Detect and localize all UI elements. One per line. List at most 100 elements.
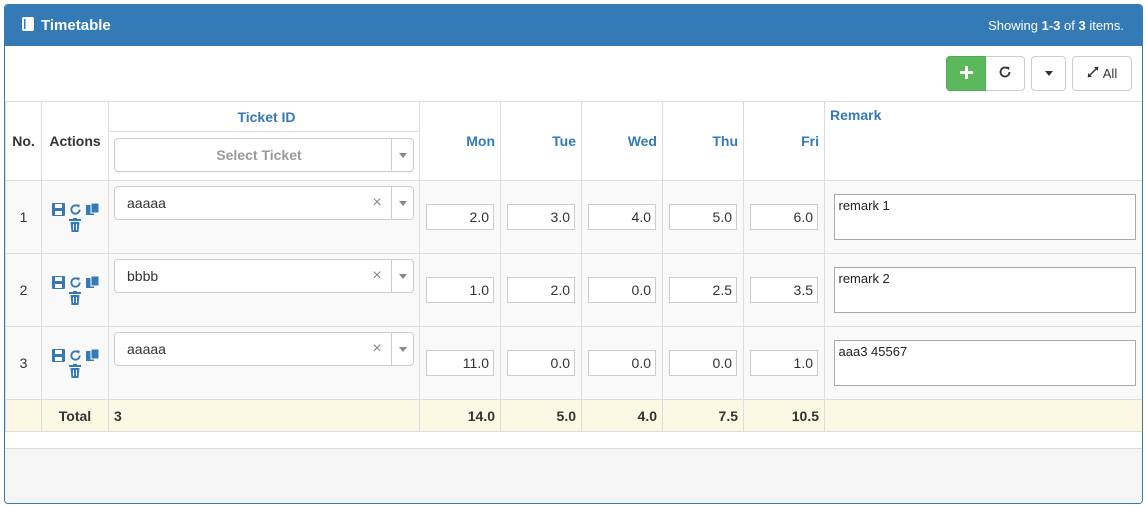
thu-hours-input[interactable] xyxy=(669,350,737,376)
row-thu-cell xyxy=(662,180,744,254)
table-row: 3 aaaaa × 11.0 0.0 0.0 0.0 1.0 aaa3 4556… xyxy=(5,326,1142,400)
ticket-select-value: aaaaa xyxy=(127,341,166,357)
refresh-icon xyxy=(998,65,1012,82)
toolbar-button-group xyxy=(946,56,1025,91)
col-header-thu: Thu xyxy=(662,101,744,181)
sort-fri-link[interactable]: Fri xyxy=(801,133,819,149)
row-tue-cell xyxy=(500,180,582,254)
row-number: 3 xyxy=(5,326,42,400)
export-dropdown-button[interactable] xyxy=(1031,56,1066,91)
clear-icon[interactable]: × xyxy=(369,267,385,285)
sort-mon-link[interactable]: Mon xyxy=(466,133,495,149)
sort-ticket-link[interactable]: Ticket ID xyxy=(109,102,419,132)
summary-text: Showing 1-3 of 3 items. xyxy=(988,18,1124,33)
copy-icon[interactable] xyxy=(85,275,99,289)
wed-hours-input[interactable] xyxy=(588,277,656,303)
book-icon xyxy=(21,16,41,36)
save-icon[interactable] xyxy=(51,202,65,216)
total-label: Total xyxy=(41,399,109,432)
fri-hours-input[interactable] xyxy=(750,350,818,376)
ticket-select[interactable]: aaaaa × xyxy=(114,186,414,220)
refresh-icon[interactable] xyxy=(68,202,82,216)
col-header-fri: Fri xyxy=(743,101,825,181)
row-fri-cell xyxy=(743,253,825,327)
expand-icon xyxy=(1087,66,1099,81)
timetable-panel: Timetable Showing 1-3 of 3 items. All No… xyxy=(4,4,1143,504)
total-row: Total 3 14.0 5.0 4.0 7.5 10.5 xyxy=(5,399,1142,432)
col-header-ticket: Ticket ID Select Ticket xyxy=(108,101,420,181)
table-row: 1 aaaaa × 2.0 3.0 4.0 5.0 6.0 remark 1 xyxy=(5,180,1142,254)
ticket-select[interactable]: aaaaa × xyxy=(114,332,414,366)
ticket-filter-arrow[interactable] xyxy=(391,139,413,171)
copy-icon[interactable] xyxy=(85,348,99,362)
clear-icon[interactable]: × xyxy=(369,340,385,358)
total-thu: 7.5 xyxy=(662,399,744,432)
mon-hours-input[interactable] xyxy=(426,350,494,376)
sort-remark-link[interactable]: Remark xyxy=(830,107,881,123)
ticket-select-arrow[interactable] xyxy=(391,260,413,292)
sort-tue-link[interactable]: Tue xyxy=(552,133,576,149)
thu-hours-input[interactable] xyxy=(669,277,737,303)
trash-icon[interactable] xyxy=(68,218,82,232)
table-spacer xyxy=(5,429,1142,449)
fri-hours-input[interactable] xyxy=(750,277,818,303)
ticket-select-arrow[interactable] xyxy=(391,333,413,365)
wed-hours-input[interactable] xyxy=(588,350,656,376)
mon-hours-input[interactable] xyxy=(426,204,494,230)
row-remark-cell: aaa3 45567 xyxy=(824,326,1142,400)
row-tue-cell xyxy=(500,253,582,327)
ticket-select[interactable]: bbbb × xyxy=(114,259,414,293)
header-row: No. Actions Ticket ID Select Ticket Mon … xyxy=(5,101,1142,181)
trash-icon[interactable] xyxy=(68,364,82,378)
row-mon-cell xyxy=(419,180,501,254)
panel-title: Timetable xyxy=(21,16,111,36)
save-icon[interactable] xyxy=(51,348,65,362)
row-mon-cell xyxy=(419,326,501,400)
row-mon-cell xyxy=(419,253,501,327)
ticket-filter-select[interactable]: Select Ticket xyxy=(114,138,414,172)
chevron-down-icon xyxy=(398,346,407,352)
sort-wed-link[interactable]: Wed xyxy=(628,133,657,149)
thu-hours-input[interactable] xyxy=(669,204,737,230)
total-empty-cell xyxy=(5,399,42,432)
total-remark-cell xyxy=(824,399,1142,432)
remark-textarea[interactable]: aaa3 45567 xyxy=(833,340,1136,386)
tue-hours-input[interactable] xyxy=(507,277,575,303)
save-icon[interactable] xyxy=(51,275,65,289)
row-thu-cell xyxy=(662,326,744,400)
show-all-button[interactable]: All xyxy=(1072,56,1132,91)
toolbar: All xyxy=(5,46,1142,101)
panel-heading: Timetable Showing 1-3 of 3 items. xyxy=(5,5,1142,46)
refresh-icon[interactable] xyxy=(68,275,82,289)
tue-hours-input[interactable] xyxy=(507,204,575,230)
refresh-icon[interactable] xyxy=(68,348,82,362)
total-wed: 4.0 xyxy=(581,399,663,432)
ticket-select-value: bbbb xyxy=(127,268,159,284)
trash-icon[interactable] xyxy=(68,291,82,305)
ticket-select-arrow[interactable] xyxy=(391,187,413,219)
chevron-down-icon xyxy=(398,273,407,279)
remark-textarea[interactable]: remark 2 xyxy=(833,267,1136,313)
row-wed-cell xyxy=(581,253,663,327)
remark-textarea[interactable]: remark 1 xyxy=(833,194,1136,240)
clear-icon[interactable]: × xyxy=(369,194,385,212)
sort-thu-link[interactable]: Thu xyxy=(712,133,738,149)
row-ticket-cell: aaaaa × xyxy=(108,326,420,400)
row-remark-cell: remark 1 xyxy=(824,180,1142,254)
refresh-button[interactable] xyxy=(986,56,1025,91)
mon-hours-input[interactable] xyxy=(426,277,494,303)
fri-hours-input[interactable] xyxy=(750,204,818,230)
row-wed-cell xyxy=(581,326,663,400)
row-wed-cell xyxy=(581,180,663,254)
row-fri-cell xyxy=(743,180,825,254)
total-fri: 10.5 xyxy=(743,399,825,432)
add-row-button[interactable] xyxy=(946,56,986,91)
wed-hours-input[interactable] xyxy=(588,204,656,230)
chevron-down-icon xyxy=(398,152,407,158)
tue-hours-input[interactable] xyxy=(507,350,575,376)
row-fri-cell xyxy=(743,326,825,400)
ticket-select-value: aaaaa xyxy=(127,195,166,211)
copy-icon[interactable] xyxy=(85,202,99,216)
col-header-actions: Actions xyxy=(41,101,109,181)
ticket-filter-placeholder: Select Ticket xyxy=(216,147,302,163)
